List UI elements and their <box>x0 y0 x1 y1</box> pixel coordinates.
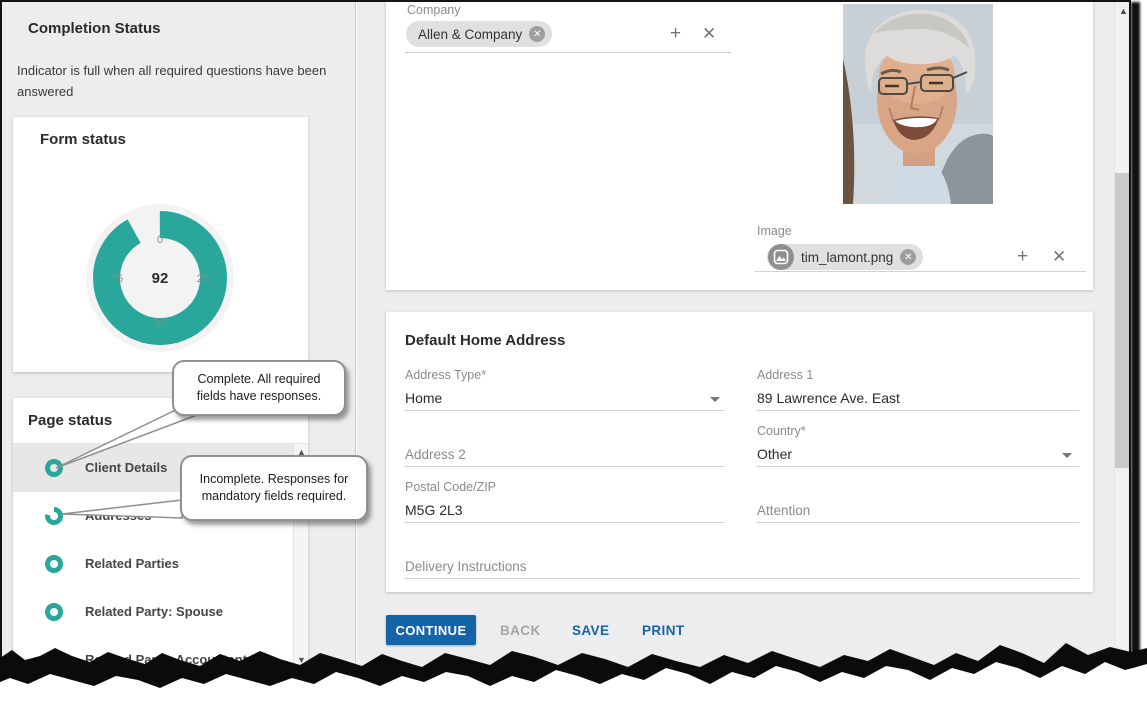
window-shadow <box>1131 2 1140 702</box>
client-photo <box>843 4 993 204</box>
completion-status-sidebar: Completion Status Indicator is full when… <box>2 2 356 702</box>
field-underline <box>405 466 725 467</box>
remove-chip-icon[interactable]: ✕ <box>529 26 545 42</box>
client-details-card: Company Allen & Company ✕ + ✕ <box>386 0 1093 290</box>
country-label: Country* <box>757 424 806 438</box>
image-label: Image <box>757 224 792 238</box>
postal-label: Postal Code/ZIP <box>405 480 496 494</box>
address-type-select[interactable]: Home <box>405 390 442 406</box>
image-chip[interactable]: tim_lamont.png ✕ <box>767 244 923 270</box>
field-underline <box>757 410 1079 411</box>
default-home-address-card: Default Home Address Address Type* Home … <box>386 312 1093 592</box>
field-underline <box>405 52 731 53</box>
address1-input[interactable]: 89 Lawrence Ave. East <box>757 390 900 406</box>
field-underline <box>405 410 725 411</box>
field-underline <box>755 271 1086 272</box>
page-status-item-related-party-spouse[interactable]: Related Party: Spouse <box>13 588 293 636</box>
callout-tail <box>58 498 188 524</box>
clear-company-icon[interactable]: ✕ <box>702 24 716 43</box>
field-underline <box>757 466 1079 467</box>
chevron-down-icon[interactable] <box>710 397 720 402</box>
image-thumbnail-icon <box>768 244 794 270</box>
address2-field[interactable]: Address 2 <box>405 447 466 462</box>
company-chip[interactable]: Allen & Company ✕ <box>406 21 552 47</box>
form-status-card: Form status 0 25 50 75 92 <box>13 117 308 372</box>
company-label: Company <box>407 3 461 17</box>
country-select[interactable]: Other <box>757 446 792 462</box>
field-underline <box>405 522 725 523</box>
callout-complete: Complete. All required fields have respo… <box>172 360 346 416</box>
gauge-tick-75: 75 <box>111 273 123 285</box>
field-underline <box>405 578 1079 579</box>
form-status-title: Form status <box>40 131 126 148</box>
delivery-instructions-field[interactable]: Delivery Instructions <box>405 559 527 574</box>
completion-gauge-chart: 0 25 50 75 92 <box>80 198 240 358</box>
company-chip-label: Allen & Company <box>418 27 522 42</box>
status-complete-icon <box>45 603 63 621</box>
add-image-icon[interactable]: + <box>1017 247 1028 266</box>
address-type-label: Address Type* <box>405 368 486 382</box>
chevron-down-icon[interactable] <box>1062 453 1072 458</box>
address1-label: Address 1 <box>757 368 813 382</box>
sidebar-title: Completion Status <box>28 20 161 37</box>
page-status-label: Related Parties <box>85 556 179 571</box>
remove-chip-icon[interactable]: ✕ <box>900 249 916 265</box>
scrollbar-thumb[interactable] <box>1115 173 1130 468</box>
torn-edge <box>0 640 1147 707</box>
status-complete-icon <box>45 555 63 573</box>
gauge-value: 92 <box>152 270 169 287</box>
callout-incomplete: Incomplete. Responses for mandatory fiel… <box>180 455 368 521</box>
postal-input[interactable]: M5G 2L3 <box>405 502 463 518</box>
attention-field[interactable]: Attention <box>757 503 810 518</box>
image-chip-label: tim_lamont.png <box>801 250 893 265</box>
field-underline <box>757 522 1079 523</box>
gauge-tick-50: 50 <box>154 317 166 329</box>
gauge-tick-25: 25 <box>197 273 209 285</box>
page-status-label: Related Party: Spouse <box>85 604 223 619</box>
screenshot-page: Completion Status Indicator is full when… <box>0 0 1147 707</box>
page-status-item-related-parties[interactable]: Related Parties <box>13 540 293 588</box>
address-section-title: Default Home Address <box>405 332 565 349</box>
sidebar-description: Indicator is full when all required ques… <box>17 60 347 102</box>
scroll-up-icon[interactable]: ▲ <box>1119 7 1128 16</box>
clear-image-icon[interactable]: ✕ <box>1052 247 1066 266</box>
add-company-icon[interactable]: + <box>670 24 681 43</box>
gauge-tick-0: 0 <box>157 234 163 246</box>
